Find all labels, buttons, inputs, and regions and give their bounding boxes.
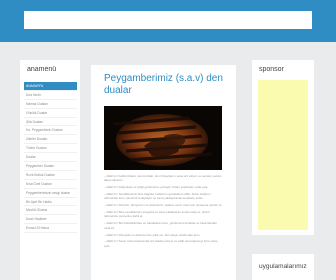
article-paragraph: – Allah'ım! Senin rızanı kazanmak için i… (104, 239, 218, 248)
sidebar-title: anamenü (27, 66, 57, 73)
sidebar-menu-item[interactable]: ANASAYFA (24, 82, 77, 91)
sidebar-menu-item[interactable]: Dualar (24, 153, 77, 163)
sidebar-menu-item[interactable]: Dualı Hadisler (24, 215, 77, 225)
sidebar-panel: anamenü ANASAYFA Dua Nedir Namaz Duaları Gü… (20, 60, 80, 280)
article-image (104, 106, 222, 170)
hands-in-prayer-image (104, 106, 222, 170)
apps-title: uygulamalarımız (259, 263, 307, 270)
sidebar-menu: ANASAYFA Dua Nedir Namaz Duaları Günlük Dua… (24, 82, 77, 234)
sidebar-menu-item[interactable]: Kısa Özel Duaları (24, 180, 77, 189)
sidebar-menu-item[interactable]: Mevlüt Okuma (24, 206, 77, 216)
sponsor-ad-slot[interactable] (258, 80, 308, 230)
sidebar-menu-item[interactable]: Şifa Duaları (24, 118, 77, 127)
site-header (0, 0, 336, 42)
apps-panel: uygulamalarımız (252, 254, 314, 280)
article-body: – Allah'ım! Kalbimizdeki, canımızdaki, t… (104, 174, 224, 251)
sidebar-menu-item[interactable]: Esma Ül Hüsna (24, 224, 77, 234)
article-panel: Peygamberimiz (s.a.v) den dualar – Allah… (91, 65, 236, 280)
sidebar-menu-item[interactable]: Günlük Dualar (24, 109, 77, 118)
header-search-bar[interactable] (24, 11, 312, 29)
article-paragraph: – Allah'ım! Sevdiklerimizi bize bağışla,… (104, 192, 211, 201)
article-paragraph: – Allah'ım! Kalbimizdeki, canımızdaki, t… (104, 174, 222, 183)
sidebar-menu-item[interactable]: Zikirler Duaları (24, 135, 77, 145)
sidebar-menu-item[interactable]: Namaz Duaları (24, 100, 77, 109)
sidebar-menu-item[interactable]: Peygamberimizin sevgi dualar (24, 189, 77, 198)
article-title[interactable]: Peygamberimiz (s.a.v) den dualar (104, 73, 229, 97)
article-paragraph: – Allah'ım! Doğruluğu ve iyiliği gönlümü… (104, 185, 209, 190)
sponsor-title: sponsor (259, 66, 284, 73)
sidebar-menu-item[interactable]: Hz. Peygamberin Duaları (24, 126, 77, 136)
sidebar-menu-item[interactable]: Peygamber Duaları (24, 162, 77, 171)
article-paragraph: – Allah'ım! Dünyada ve ahirette bize iyi… (104, 232, 201, 237)
article-paragraph: – Allah'ım! Bize sevdiklerinin sevgisini… (104, 210, 210, 219)
article-paragraph: – Allah'ım! Dinimizi, dünyamızı ve ahire… (104, 203, 223, 208)
sidebar-menu-item[interactable]: Bir Ayet Bir Hadis (24, 198, 77, 207)
article-paragraph: – Allah'ım! Bizi kötülüklerden ve hastal… (104, 221, 217, 230)
sidebar-menu-item[interactable]: Tövbe Duaları (24, 144, 77, 154)
sponsor-panel: sponsor (252, 60, 314, 235)
sidebar-menu-item[interactable]: Rızık Bolluk Duaları (24, 171, 77, 180)
sidebar-menu-item[interactable]: Dua Nedir (24, 91, 77, 100)
